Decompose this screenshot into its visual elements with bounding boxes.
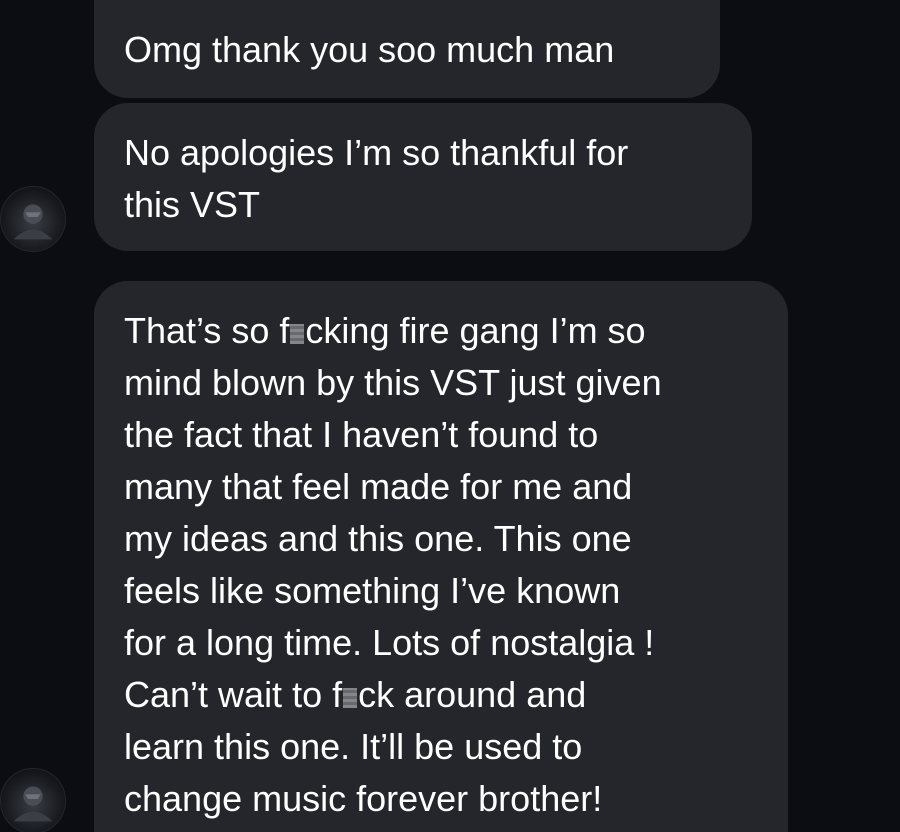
message-bubble[interactable]: Omg thank you soo much man xyxy=(94,0,720,98)
censor-mark xyxy=(290,324,305,344)
message-line: learn this one. It’ll be used to xyxy=(124,726,583,767)
avatar-image xyxy=(13,204,53,240)
message-line: feels like something I’ve known xyxy=(124,570,621,611)
profile-avatar-icon[interactable] xyxy=(0,186,66,252)
message-bubble[interactable]: That’s so f cking fire gang I’m so mind b… xyxy=(94,281,788,832)
avatar-image xyxy=(13,786,53,822)
message-text: No apologies I’m so thankful for xyxy=(124,132,629,173)
message-line: That’s so f cking fire gang I’m so xyxy=(124,310,646,351)
message-line: the fact that I haven’t found to xyxy=(124,414,599,455)
message-text: Omg thank you soo much man xyxy=(124,29,615,70)
message-line: my ideas and this one. This one xyxy=(124,518,632,559)
message-line: many that feel made for me and xyxy=(124,466,633,507)
message-line: mind blown by this VST just given xyxy=(124,362,662,403)
message-text: this VST xyxy=(124,184,261,225)
message-line: for a long time. Lots of nostalgia ! xyxy=(124,622,655,663)
profile-avatar-icon[interactable] xyxy=(0,768,66,832)
message-line: change music forever brother! xyxy=(124,778,603,819)
censor-mark xyxy=(343,688,358,708)
message-line: Can’t wait to f ck around and xyxy=(124,674,587,715)
message-bubble[interactable]: No apologies I’m so thankful for this VS… xyxy=(94,103,752,251)
